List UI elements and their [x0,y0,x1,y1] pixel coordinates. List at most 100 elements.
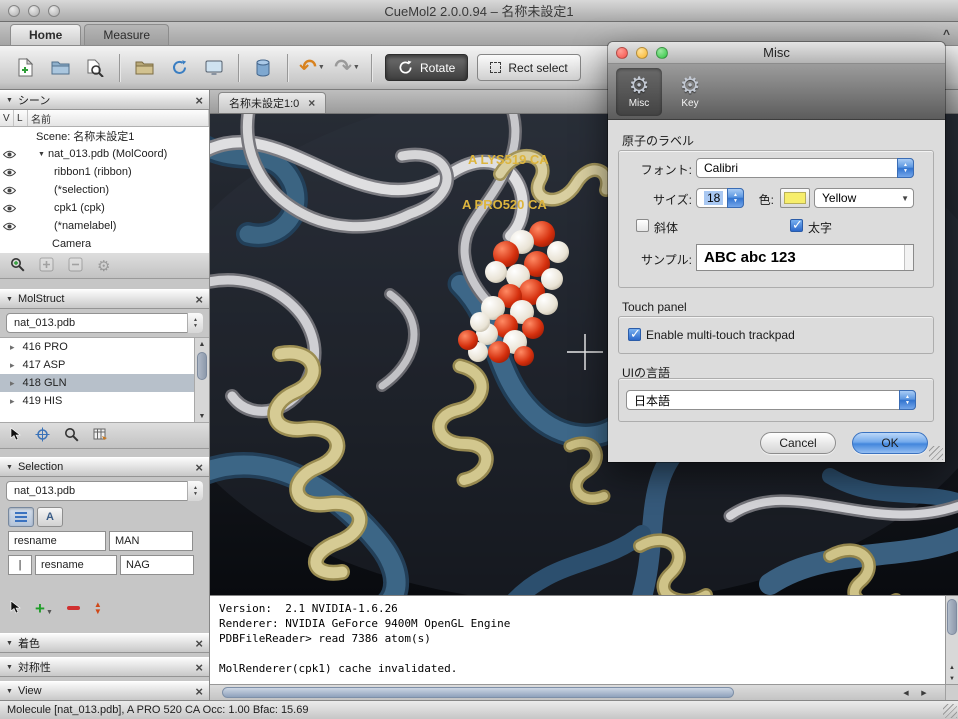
new-scene-button[interactable] [10,52,40,84]
molstruct-molecule-selector[interactable]: nat_013.pdb [6,313,203,333]
close-panel-icon[interactable] [195,637,203,650]
center-view-icon[interactable] [35,427,50,445]
undo-button[interactable] [297,52,327,84]
select-cursor-icon[interactable] [10,427,21,444]
residue-list-scrollbar[interactable] [194,338,209,422]
residue-row[interactable]: 416 PRO [0,338,195,356]
collapse-arrow-icon[interactable] [6,296,13,303]
close-panel-icon[interactable] [195,293,203,306]
viewport-horizontal-scrollbar[interactable] [210,684,958,700]
residue-row[interactable]: 417 ASP [0,356,195,374]
undo-dropdown-icon[interactable] [318,64,325,71]
selection-operator-field[interactable]: | [8,555,32,575]
scroll-up-icon[interactable] [195,338,209,350]
zoom-button[interactable] [656,47,668,59]
italic-checkbox[interactable] [636,219,649,232]
selection-table-tab[interactable] [8,507,34,527]
selection-text-tab[interactable]: A [37,507,63,527]
multitouch-checkbox[interactable] [628,328,641,341]
tree-row-scene[interactable]: Scene: 名称未設定1 [0,127,209,145]
color-swatch-well[interactable] [780,188,810,208]
scroll-up-icon[interactable] [946,662,958,673]
scrollbar-thumb[interactable] [197,352,207,380]
collapse-arrow-icon[interactable] [6,688,13,695]
scroll-left-icon[interactable] [898,686,914,700]
rect-select-button[interactable]: Rect select [477,54,580,81]
symmetry-panel-header[interactable]: 対称性 [0,657,209,677]
window-titlebar[interactable]: CueMol2 2.0.0.94 – 名称未設定1 [0,0,958,22]
dialog-resize-grip[interactable] [929,446,943,460]
open-file-button[interactable] [129,52,159,84]
bold-checkbox[interactable] [790,219,803,232]
delete-renderer-icon[interactable] [68,257,83,275]
expander-icon[interactable] [38,151,48,158]
scrollbar-thumb[interactable] [947,599,957,635]
size-combo[interactable]: 18 [696,188,744,208]
close-panel-icon[interactable] [195,461,203,474]
font-popup[interactable]: Calibri [696,158,914,178]
scrollbar-thumb[interactable] [222,687,734,698]
molstruct-panel-header[interactable]: MolStruct [0,289,209,309]
tree-row-ribbon[interactable]: ribbon1 (ribbon) [0,163,209,181]
residue-row-selected[interactable]: 418 GLN [0,374,195,392]
collapse-arrow-icon[interactable] [6,464,13,471]
refresh-button[interactable] [164,52,194,84]
expander-icon[interactable] [10,378,15,389]
sample-preview-field[interactable]: ABC abc 123 [696,244,914,271]
renderer-settings-icon[interactable] [97,257,110,275]
export-table-icon[interactable] [93,428,108,444]
tree-row-camera[interactable]: Camera [0,235,209,253]
expander-icon[interactable] [10,360,15,371]
selection-key-field[interactable]: resname [8,531,106,551]
scene-panel-header[interactable]: シーン [0,90,209,110]
visibility-eye-icon[interactable] [3,150,18,159]
color-combo[interactable]: Yellow [814,188,914,208]
selection-value-field[interactable]: NAG [120,555,194,575]
tree-row-selection[interactable]: (*selection) [0,181,209,199]
log-console[interactable]: Version: 2.1 NVIDIA-1.6.26 Renderer: NVI… [210,595,945,684]
expander-icon[interactable] [10,396,15,407]
tab-home[interactable]: Home [10,24,81,45]
cancel-button[interactable]: Cancel [760,432,836,454]
display-button[interactable] [199,52,229,84]
zoom-residue-icon[interactable] [64,427,79,445]
apply-selection-icon[interactable] [94,601,102,615]
collapse-arrow-icon[interactable] [6,640,13,647]
dialog-tab-misc[interactable]: Misc [616,68,662,116]
ok-button[interactable]: OK [852,432,928,454]
visibility-eye-icon[interactable] [3,204,18,213]
scroll-right-icon[interactable] [916,686,932,700]
minimize-button[interactable] [636,47,648,59]
visibility-eye-icon[interactable] [3,186,18,195]
database-button[interactable] [248,52,278,84]
tab-measure[interactable]: Measure [84,24,169,45]
selection-molecule-selector[interactable]: nat_013.pdb [6,481,203,501]
coloring-panel-header[interactable]: 着色 [0,633,209,653]
redo-dropdown-icon[interactable] [353,64,360,71]
scroll-down-icon[interactable] [946,673,958,684]
language-popup[interactable]: 日本語 [626,390,916,410]
zoom-button[interactable] [48,5,60,17]
collapse-arrow-icon[interactable] [6,97,13,104]
close-button[interactable] [8,5,20,17]
open-scene-button[interactable] [45,52,75,84]
ribbon-collapse-button[interactable] [943,27,950,41]
resize-grip[interactable] [943,704,957,718]
close-button[interactable] [616,47,628,59]
zoom-in-icon[interactable] [10,257,25,275]
collapse-arrow-icon[interactable] [6,664,13,671]
selection-key-field[interactable]: resname [35,555,117,575]
visibility-eye-icon[interactable] [3,222,18,231]
expander-icon[interactable] [10,342,15,353]
scroll-down-icon[interactable] [195,410,209,422]
tree-row-cpk[interactable]: cpk1 (cpk) [0,199,209,217]
log-scrollbar[interactable] [945,595,958,684]
view-panel-header[interactable]: View [0,681,209,701]
visibility-eye-icon[interactable] [3,168,18,177]
remove-term-icon[interactable] [67,606,80,610]
close-panel-icon[interactable] [195,661,203,674]
close-tab-icon[interactable] [308,96,315,110]
add-term-icon[interactable] [35,600,53,617]
rotate-toggle-button[interactable]: Rotate [385,54,468,81]
select-cursor-icon[interactable] [10,600,21,617]
